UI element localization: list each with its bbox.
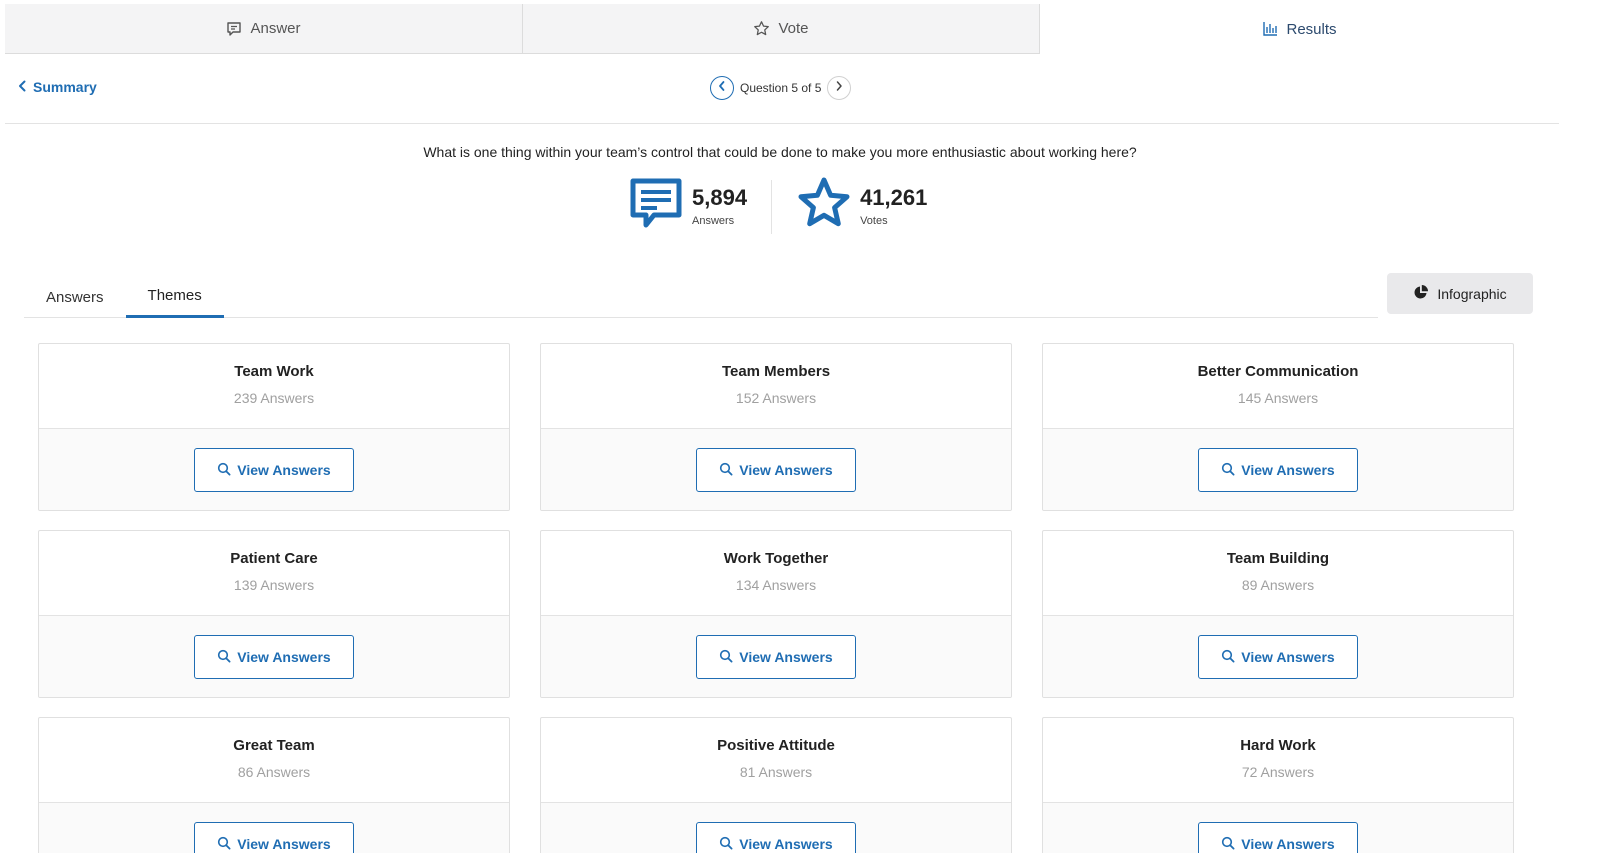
answers-count: 5,894 — [692, 185, 748, 211]
view-answers-button[interactable]: View Answers — [1198, 822, 1358, 853]
question-text: What is one thing within your team’s con… — [423, 144, 1137, 160]
votes-star-icon — [796, 176, 852, 237]
search-icon — [719, 462, 733, 479]
theme-title: Hard Work — [1240, 737, 1316, 754]
theme-title: Great Team — [233, 737, 315, 754]
theme-answer-count: 139 Answers — [233, 577, 315, 593]
answers-icon — [628, 176, 684, 237]
theme-title: Better Communication — [1197, 363, 1359, 380]
bar-chart-icon — [1262, 21, 1278, 37]
search-icon — [1221, 649, 1235, 666]
theme-answer-count: 152 Answers — [735, 390, 817, 406]
theme-title: Patient Care — [230, 550, 318, 567]
view-answers-label: View Answers — [739, 462, 833, 478]
answers-label: Answers — [692, 214, 735, 227]
star-icon — [753, 20, 770, 37]
search-icon — [1221, 462, 1235, 479]
theme-card: Great Team 86 Answers View Answers — [38, 717, 510, 853]
theme-card: Work Together 134 Answers View Answers — [540, 530, 1012, 698]
view-answers-label: View Answers — [1241, 462, 1335, 478]
view-answers-button[interactable]: View Answers — [194, 635, 354, 679]
votes-label: Votes — [860, 214, 888, 227]
search-icon — [1221, 836, 1235, 853]
question-pager: Question 5 of 5 — [710, 76, 852, 100]
stats-summary: 5,894 Answers 41,261 Votes — [628, 176, 927, 237]
theme-title: Team Work — [234, 363, 314, 380]
subtab-answers[interactable]: Answers — [24, 276, 126, 318]
view-answers-label: View Answers — [237, 836, 331, 852]
infographic-label: Infographic — [1437, 285, 1507, 302]
theme-card: Hard Work 72 Answers View Answers — [1042, 717, 1514, 853]
answers-stat: 5,894 Answers — [628, 176, 747, 237]
theme-answer-count: 145 Answers — [1237, 390, 1319, 406]
view-answers-button[interactable]: View Answers — [696, 635, 856, 679]
view-answers-label: View Answers — [1241, 649, 1335, 665]
view-answers-button[interactable]: View Answers — [1198, 635, 1358, 679]
theme-answer-count: 134 Answers — [735, 577, 817, 593]
view-answers-label: View Answers — [739, 836, 833, 852]
theme-title: Positive Attitude — [717, 737, 835, 754]
search-icon — [217, 836, 231, 853]
view-answers-label: View Answers — [1241, 836, 1335, 852]
chevron-right-icon — [834, 79, 844, 97]
theme-title: Team Members — [721, 363, 831, 380]
back-to-summary-link[interactable]: Summary — [17, 79, 97, 95]
back-label: Summary — [33, 79, 97, 95]
view-answers-button[interactable]: View Answers — [696, 448, 856, 492]
next-question-button[interactable] — [827, 76, 852, 100]
top-nav: Answer Vote Results — [5, 4, 1559, 54]
previous-question-button[interactable] — [710, 76, 734, 100]
view-answers-button[interactable]: View Answers — [194, 448, 354, 492]
theme-title: Team Building — [1226, 550, 1330, 567]
search-icon — [719, 836, 733, 853]
message-icon — [226, 21, 242, 37]
theme-answer-count: 239 Answers — [233, 390, 315, 406]
theme-card: Patient Care 139 Answers View Answers — [38, 530, 510, 698]
results-subtabs: Answers Themes — [24, 276, 1378, 318]
votes-count: 41,261 — [860, 185, 928, 211]
view-answers-button[interactable]: View Answers — [1198, 448, 1358, 492]
theme-answer-count: 81 Answers — [739, 764, 813, 780]
theme-card: Team Building 89 Answers View Answers — [1042, 530, 1514, 698]
infographic-button[interactable]: Infographic — [1387, 273, 1533, 314]
theme-answer-count: 89 Answers — [1241, 577, 1315, 593]
chevron-left-icon — [717, 79, 727, 97]
view-answers-button[interactable]: View Answers — [696, 822, 856, 853]
tab-label: Vote — [778, 20, 809, 37]
theme-card: Team Work 239 Answers View Answers — [38, 343, 510, 511]
view-answers-label: View Answers — [237, 462, 331, 478]
theme-answer-count: 72 Answers — [1241, 764, 1315, 780]
theme-card: Team Members 152 Answers View Answers — [540, 343, 1012, 511]
stats-divider — [771, 179, 773, 234]
question-nav-bar: Summary Question 5 of 5 — [5, 54, 1559, 124]
tab-vote[interactable]: Vote — [523, 4, 1040, 54]
tab-answer[interactable]: Answer — [5, 4, 523, 54]
view-answers-button[interactable]: View Answers — [194, 822, 354, 853]
votes-stat: 41,261 Votes — [796, 176, 927, 237]
view-answers-label: View Answers — [237, 649, 331, 665]
tab-label: Answer — [250, 20, 301, 37]
question-position: Question 5 of 5 — [740, 81, 822, 95]
theme-card: Positive Attitude 81 Answers View Answers — [540, 717, 1012, 853]
chevron-left-icon — [17, 79, 27, 95]
search-icon — [217, 649, 231, 666]
theme-card: Better Communication 145 Answers View Ans… — [1042, 343, 1514, 511]
tab-label: Results — [1286, 20, 1337, 38]
pie-chart-icon — [1413, 284, 1429, 303]
view-answers-label: View Answers — [739, 649, 833, 665]
search-icon — [719, 649, 733, 666]
theme-answer-count: 86 Answers — [237, 764, 311, 780]
search-icon — [217, 462, 231, 479]
subtab-themes[interactable]: Themes — [125, 276, 224, 318]
theme-title: Work Together — [723, 550, 829, 567]
tab-results[interactable]: Results — [1040, 4, 1559, 54]
